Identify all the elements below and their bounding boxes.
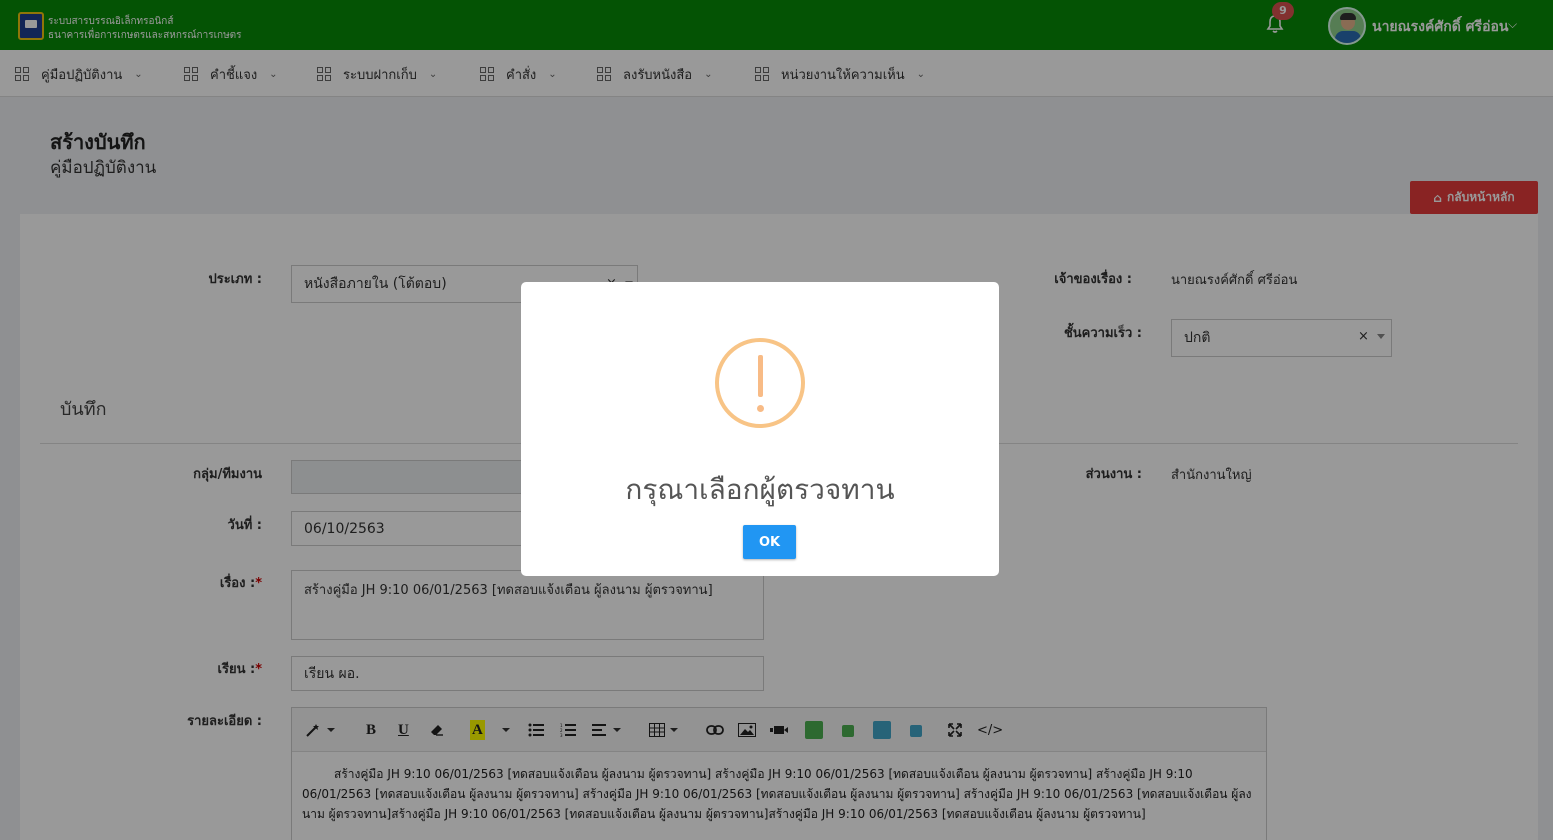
warning-icon (715, 338, 805, 428)
ok-button[interactable]: OK (743, 525, 796, 559)
alert-message: กรุณาเลือกผู้ตรวจทาน (625, 473, 895, 506)
alert-dialog: กรุณาเลือกผู้ตรวจทาน OK (521, 282, 999, 576)
